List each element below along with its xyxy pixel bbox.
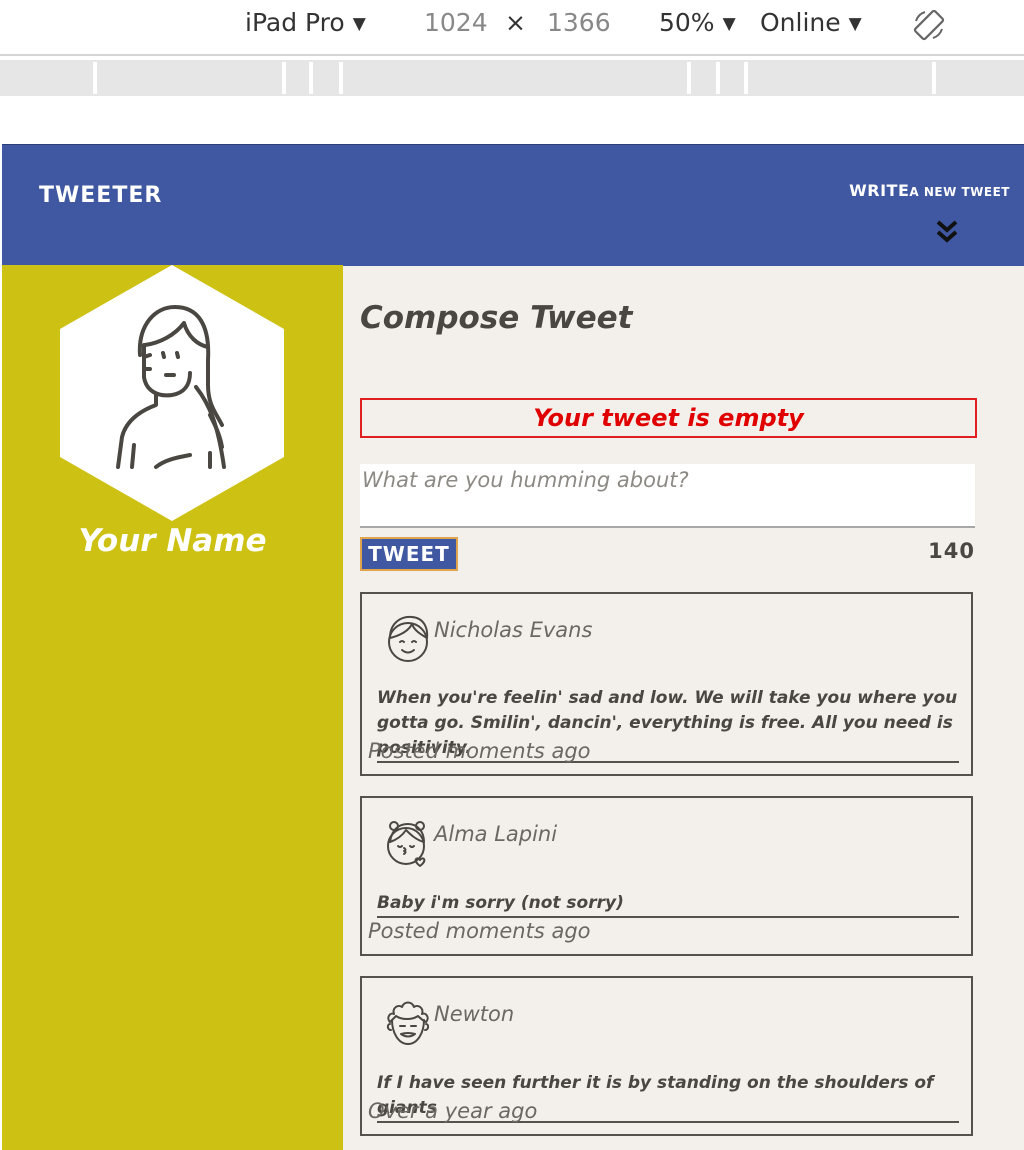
network-select[interactable]: Online ▼ [760, 8, 862, 37]
tweet-button[interactable]: TWEET [360, 537, 458, 571]
profile-sidebar: Your Name [2, 265, 343, 1150]
tweet-author[interactable]: Alma Lapini [434, 822, 557, 846]
write-label: WRITE [849, 181, 910, 200]
zoom-label: 50% [659, 8, 715, 37]
tweet-text: Baby i'm sorry (not sorry) [377, 891, 959, 918]
ruler-mark [932, 62, 936, 94]
ruler-mark [309, 62, 313, 94]
device-select[interactable]: iPad Pro ▼ [245, 8, 366, 37]
write-new-tweet-toggle[interactable]: WRITEA NEW TWEET [849, 181, 1010, 200]
viewport-height-input[interactable]: 1366 [547, 8, 611, 37]
brand-logo[interactable]: TWEETER [39, 183, 162, 208]
rotate-icon[interactable] [912, 8, 946, 42]
girl-kiss-avatar-icon [387, 821, 426, 867]
tweet-card: Nicholas Evans When you're feelin' sad a… [360, 592, 973, 776]
ruler-mark [687, 62, 691, 94]
ruler-mark [93, 62, 97, 94]
device-label: iPad Pro [245, 8, 345, 37]
tweet-author[interactable]: Nicholas Evans [434, 618, 592, 642]
profile-name: Your Name [78, 523, 267, 559]
tweet-card: Newton If I have seen further it is by s… [360, 976, 973, 1136]
caret-down-icon: ▼ [848, 14, 862, 34]
double-chevron-down-icon[interactable] [931, 219, 963, 245]
ruler-mark [716, 62, 720, 94]
ruler-mark [282, 62, 286, 94]
new-tweet-label: A NEW TWEET [909, 185, 1010, 199]
curly-hair-man-avatar-icon [386, 1001, 430, 1045]
tweet-textarea[interactable] [360, 464, 975, 528]
caret-down-icon: ▼ [352, 14, 366, 34]
viewport-spacer [0, 96, 1024, 144]
viewport-width-input[interactable]: 1024 [424, 8, 488, 37]
character-counter: 140 [928, 539, 975, 563]
tweet-card: Alma Lapini Baby i'm sorry (not sorry) P… [360, 796, 973, 956]
tweet-timestamp: Posted moments ago [368, 919, 591, 943]
network-label: Online [760, 8, 841, 37]
avatar [60, 265, 284, 521]
boy-avatar-icon [388, 615, 429, 662]
caret-down-icon: ▼ [722, 14, 736, 34]
error-message: Your tweet is empty [360, 398, 977, 438]
device-viewport: TWEETER WRITEA NEW TWEET Your Name Compo… [2, 144, 1024, 1150]
tweet-author[interactable]: Newton [434, 1002, 514, 1026]
media-query-bar [0, 60, 1024, 96]
tweet-timestamp: Posted moments ago [368, 739, 591, 763]
tweet-timestamp: Over a year ago [368, 1099, 538, 1123]
ruler-mark [339, 62, 343, 94]
ruler-mark [744, 62, 748, 94]
dimension-separator: × [505, 8, 526, 37]
device-toolbar: iPad Pro ▼ 1024 × 1366 50% ▼ Online ▼ [0, 0, 1024, 56]
top-navbar: TWEETER WRITEA NEW TWEET [2, 144, 1024, 266]
zoom-select[interactable]: 50% ▼ [659, 8, 736, 37]
compose-title: Compose Tweet [360, 300, 633, 336]
